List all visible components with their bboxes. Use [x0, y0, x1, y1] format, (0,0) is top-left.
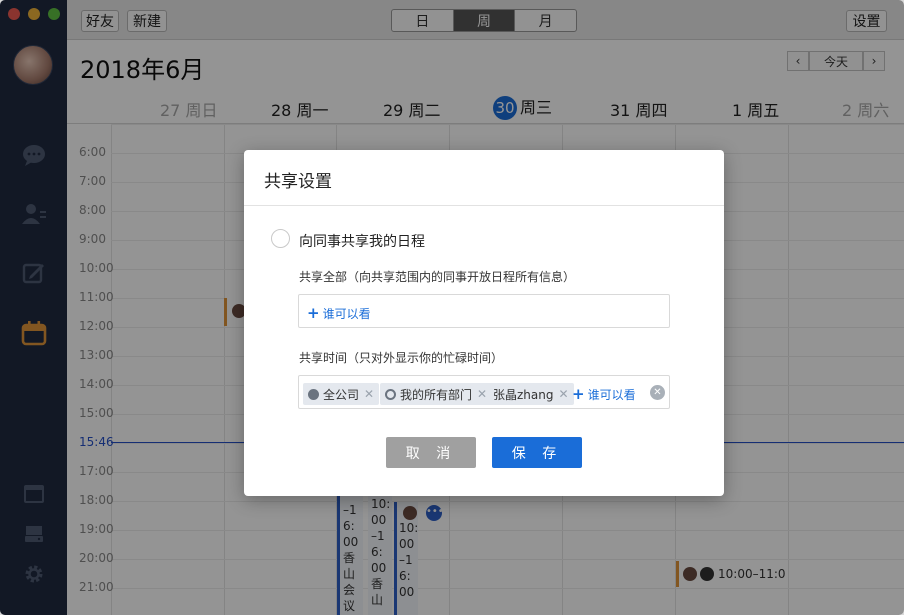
- share-time-add-link[interactable]: + 谁可以看: [572, 385, 636, 403]
- scope-tag: 我的所有部门 ✕: [380, 383, 493, 405]
- scope-tag: 张晶zhang ✕: [488, 383, 574, 405]
- circle-icon: [385, 388, 396, 400]
- share-all-label: 共享全部（向共享范围内的同事开放日程所有信息）: [299, 270, 576, 284]
- save-button[interactable]: 保 存: [492, 437, 582, 468]
- dialog-title: 共享设置: [264, 172, 332, 192]
- scope-tag: 全公司 ✕: [303, 383, 380, 405]
- remove-tag-icon[interactable]: ✕: [477, 387, 487, 401]
- remove-tag-icon[interactable]: ✕: [558, 387, 568, 401]
- divider: [244, 205, 724, 206]
- share-time-label: 共享时间（只对外显示你的忙碌时间）: [299, 351, 504, 365]
- globe-icon: [308, 388, 319, 400]
- plus-icon: +: [307, 304, 320, 322]
- share-radio-label[interactable]: 向同事共享我的日程: [299, 231, 425, 251]
- share-settings-dialog: 共享设置 向同事共享我的日程 共享全部（向共享范围内的同事开放日程所有信息） +…: [244, 150, 724, 496]
- share-all-add-link[interactable]: + 谁可以看: [307, 304, 669, 322]
- plus-icon: +: [572, 385, 585, 403]
- clear-all-icon[interactable]: ✕: [650, 385, 665, 400]
- remove-tag-icon[interactable]: ✕: [364, 387, 374, 401]
- app-window: 好友 新建 日 周 月 设置 2018年6月 ‹ 今天 › 27 周日 28 周…: [0, 0, 904, 615]
- share-radio[interactable]: [271, 229, 290, 248]
- share-time-field[interactable]: 全公司 ✕ 我的所有部门 ✕ 张晶zhang ✕ + 谁可以看 ✕: [298, 375, 670, 409]
- share-all-field[interactable]: + 谁可以看: [298, 294, 670, 328]
- cancel-button[interactable]: 取 消: [386, 437, 476, 468]
